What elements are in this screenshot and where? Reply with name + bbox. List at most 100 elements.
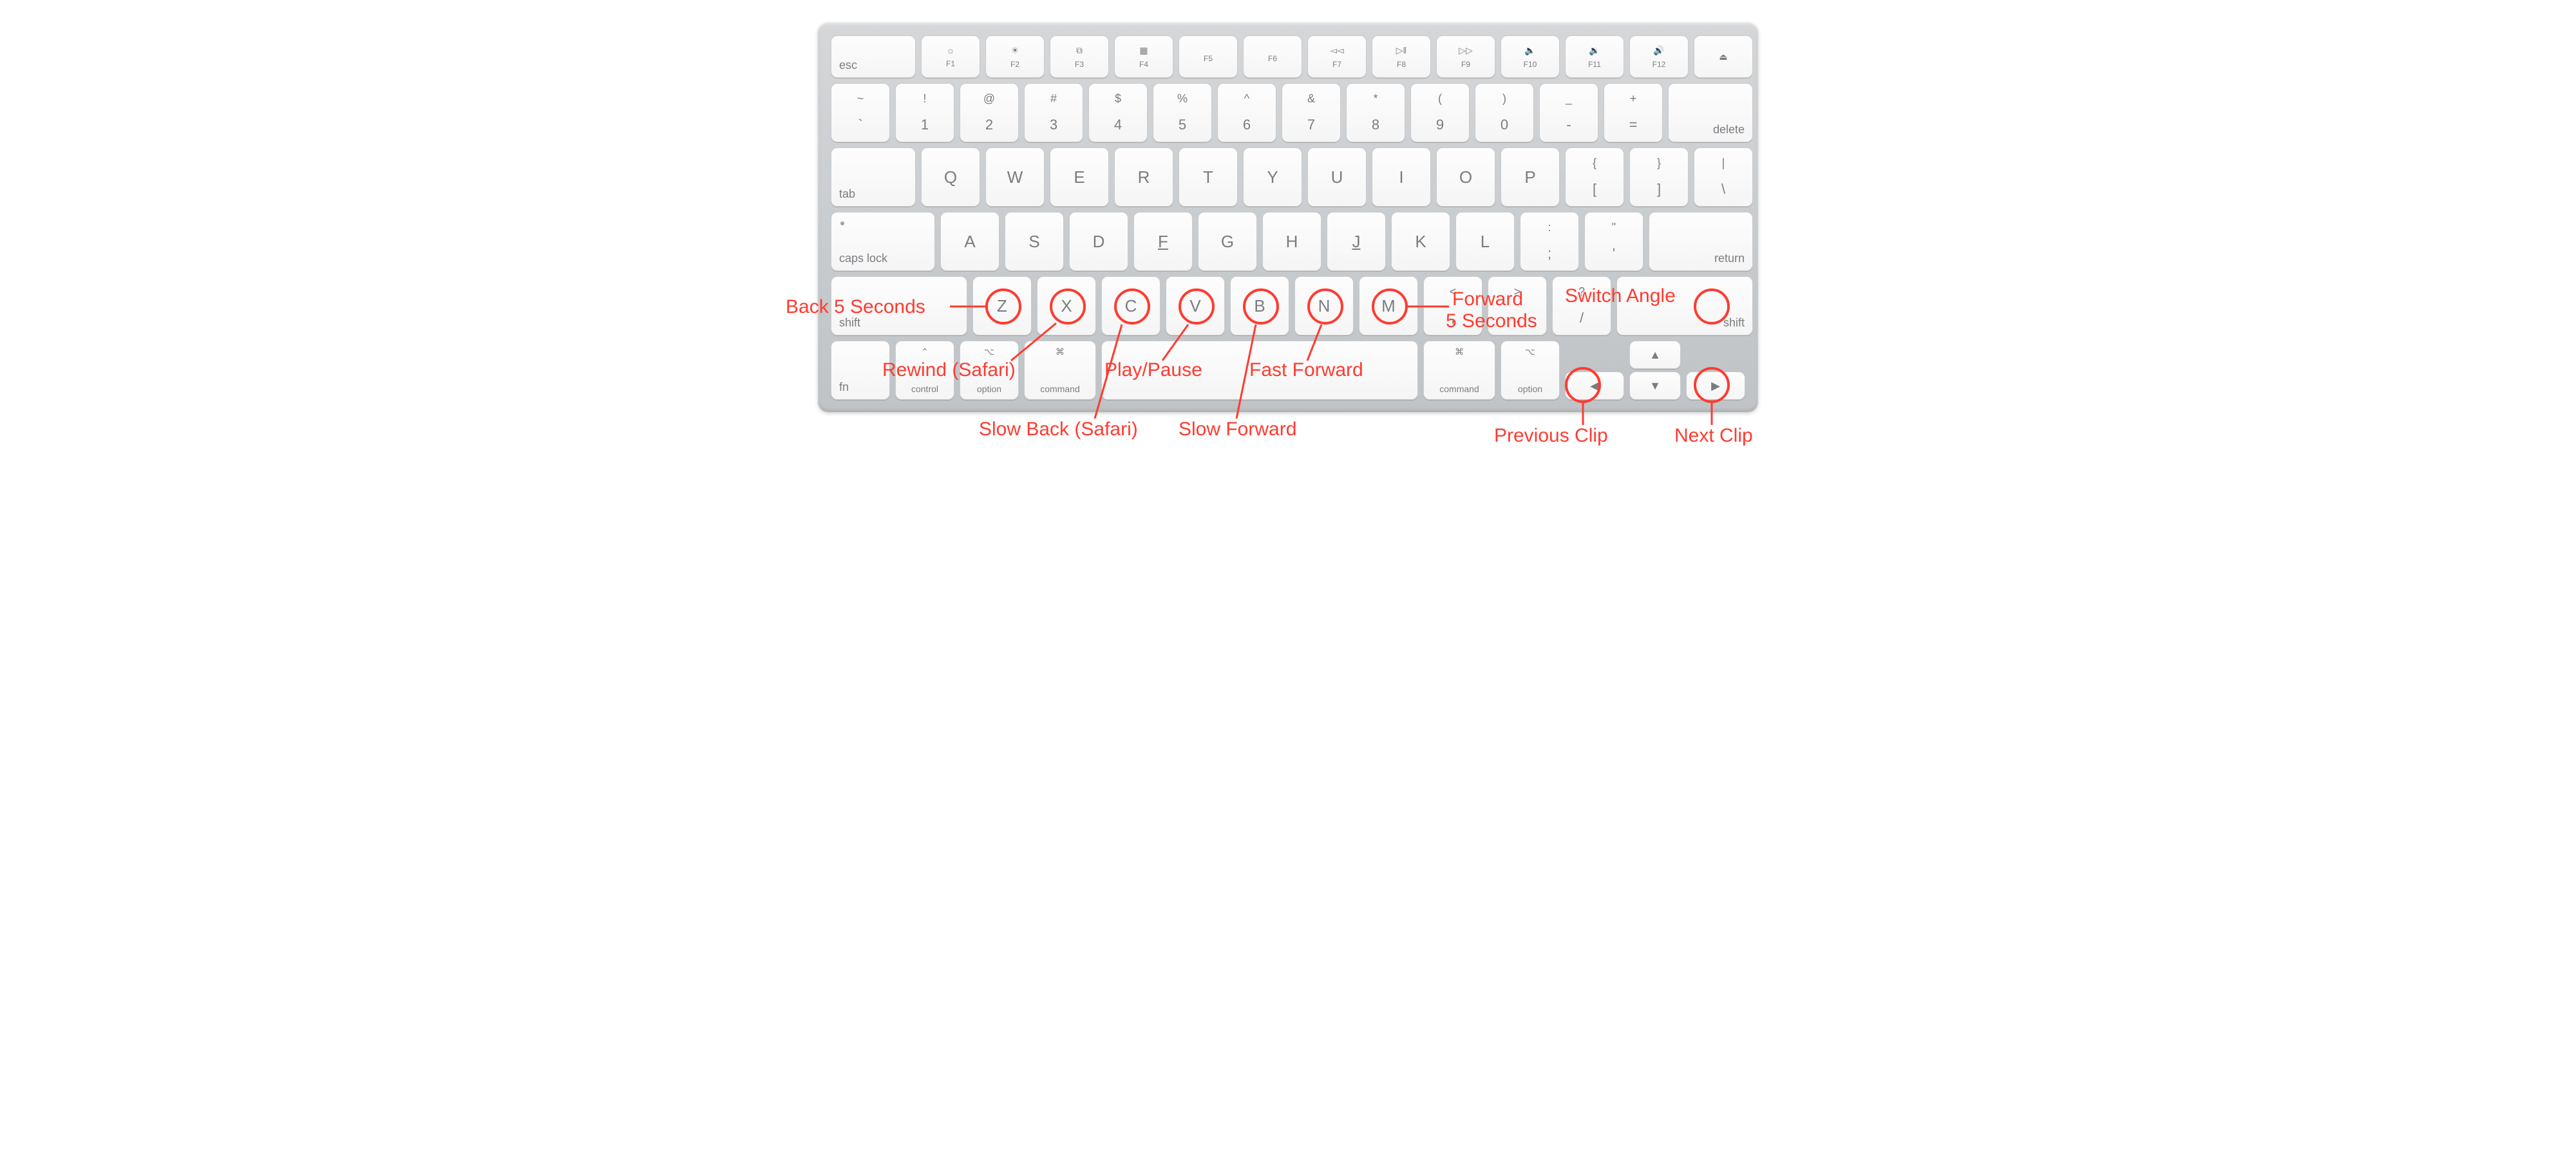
- key-rcommand[interactable]: ⌘command: [1423, 341, 1495, 400]
- key-eject[interactable]: ⏏: [1694, 35, 1753, 78]
- key-minus[interactable]: _-: [1539, 83, 1598, 142]
- key-l[interactable]: L: [1455, 212, 1515, 271]
- key-left-arrow[interactable]: ◀: [1565, 372, 1624, 400]
- key-lcommand[interactable]: ⌘command: [1024, 341, 1096, 400]
- control-icon: ⌃: [921, 346, 929, 357]
- key-f4[interactable]: ▦F4: [1114, 35, 1173, 78]
- key-lbracket[interactable]: {[: [1565, 147, 1624, 207]
- key-z[interactable]: Z: [972, 276, 1032, 335]
- key-d[interactable]: D: [1069, 212, 1128, 271]
- key-4[interactable]: $4: [1088, 83, 1148, 142]
- key-y[interactable]: Y: [1243, 147, 1302, 207]
- key-h[interactable]: H: [1262, 212, 1321, 271]
- key-return[interactable]: return: [1649, 212, 1753, 271]
- key-lshift[interactable]: shift: [831, 276, 967, 335]
- key-p[interactable]: P: [1501, 147, 1560, 207]
- key-period[interactable]: >.: [1488, 276, 1547, 335]
- volume-down-icon: 🔉: [1589, 45, 1600, 56]
- key-f11[interactable]: 🔉 F11: [1565, 35, 1624, 78]
- key-fn[interactable]: fn: [831, 341, 890, 400]
- key-rshift[interactable]: shift: [1616, 276, 1753, 335]
- key-i[interactable]: I: [1372, 147, 1431, 207]
- key-f8[interactable]: ▷‖F8: [1372, 35, 1431, 78]
- key-g[interactable]: G: [1198, 212, 1257, 271]
- key-f6[interactable]: F6: [1243, 35, 1302, 78]
- key-label: -: [1566, 117, 1571, 133]
- key-u[interactable]: U: [1307, 147, 1367, 207]
- key-m[interactable]: M: [1359, 276, 1418, 335]
- key-equals[interactable]: +=: [1604, 83, 1663, 142]
- key-shift-label: !: [923, 92, 926, 106]
- key-q[interactable]: Q: [921, 147, 980, 207]
- key-label: F: [1158, 232, 1168, 252]
- key-label: F11: [1588, 60, 1601, 69]
- key-n[interactable]: N: [1294, 276, 1354, 335]
- key-5[interactable]: %5: [1153, 83, 1212, 142]
- key-down-arrow[interactable]: ▼: [1629, 372, 1681, 400]
- key-shift-label: $: [1115, 92, 1121, 106]
- key-esc[interactable]: esc: [831, 35, 916, 78]
- key-control[interactable]: ⌃control: [895, 341, 954, 400]
- key-shift-label: ): [1502, 92, 1506, 106]
- key-shift-label: }: [1657, 156, 1661, 170]
- key-r[interactable]: R: [1114, 147, 1173, 207]
- key-0[interactable]: )0: [1475, 83, 1534, 142]
- key-space[interactable]: [1101, 341, 1418, 400]
- key-6[interactable]: ^6: [1217, 83, 1276, 142]
- brightness-up-icon: ☀: [1011, 45, 1019, 56]
- key-label: F3: [1075, 60, 1084, 69]
- key-v[interactable]: V: [1166, 276, 1225, 335]
- key-o[interactable]: O: [1436, 147, 1495, 207]
- key-backslash[interactable]: |\: [1694, 147, 1753, 207]
- key-e[interactable]: E: [1050, 147, 1109, 207]
- key-b[interactable]: B: [1230, 276, 1289, 335]
- key-backtick[interactable]: ~`: [831, 83, 890, 142]
- key-f12[interactable]: 🔊F12: [1629, 35, 1689, 78]
- key-loption[interactable]: ⌥option: [960, 341, 1019, 400]
- key-f3[interactable]: ⧉F3: [1050, 35, 1109, 78]
- key-quote[interactable]: "': [1584, 212, 1643, 271]
- key-f1[interactable]: ☼F1: [921, 35, 980, 78]
- key-t[interactable]: T: [1179, 147, 1238, 207]
- key-slash[interactable]: ?/: [1552, 276, 1611, 335]
- key-a[interactable]: A: [940, 212, 999, 271]
- key-tab[interactable]: tab: [831, 147, 916, 207]
- key-label: shift: [839, 316, 860, 330]
- key-roption[interactable]: ⌥option: [1501, 341, 1560, 400]
- key-f7[interactable]: ◅◅F7: [1307, 35, 1367, 78]
- key-j[interactable]: J: [1327, 212, 1386, 271]
- key-k[interactable]: K: [1391, 212, 1450, 271]
- key-9[interactable]: (9: [1410, 83, 1470, 142]
- key-shift-label: ": [1612, 221, 1616, 234]
- key-f[interactable]: F: [1133, 212, 1193, 271]
- key-capslock[interactable]: caps lock: [831, 212, 935, 271]
- key-shift-label: >: [1514, 285, 1521, 299]
- key-up-arrow[interactable]: ▲: [1629, 341, 1681, 369]
- key-label: R: [1138, 167, 1150, 187]
- key-delete[interactable]: delete: [1668, 83, 1753, 142]
- key-3[interactable]: #3: [1024, 83, 1083, 142]
- key-f5[interactable]: F5: [1179, 35, 1238, 78]
- key-s[interactable]: S: [1005, 212, 1064, 271]
- key-shift-label: |: [1722, 156, 1725, 170]
- key-2[interactable]: @2: [960, 83, 1019, 142]
- key-f10[interactable]: 🔈F10: [1501, 35, 1560, 78]
- key-rbracket[interactable]: }]: [1629, 147, 1689, 207]
- key-8[interactable]: *8: [1346, 83, 1405, 142]
- key-label: M: [1381, 296, 1396, 316]
- key-w[interactable]: W: [985, 147, 1045, 207]
- key-semicolon[interactable]: :;: [1520, 212, 1579, 271]
- key-c[interactable]: C: [1101, 276, 1160, 335]
- key-comma[interactable]: <,: [1423, 276, 1482, 335]
- key-label: O: [1459, 167, 1472, 187]
- key-f2[interactable]: ☀F2: [985, 35, 1045, 78]
- key-f9[interactable]: ▷▷F9: [1436, 35, 1495, 78]
- key-7[interactable]: &7: [1282, 83, 1341, 142]
- key-x[interactable]: X: [1037, 276, 1096, 335]
- key-1[interactable]: !1: [895, 83, 954, 142]
- key-label: esc: [839, 59, 857, 72]
- key-label: ;: [1548, 245, 1551, 262]
- key-label: F12: [1653, 60, 1666, 69]
- key-right-arrow[interactable]: ▶: [1686, 372, 1745, 400]
- key-shift-label: ~: [857, 92, 864, 106]
